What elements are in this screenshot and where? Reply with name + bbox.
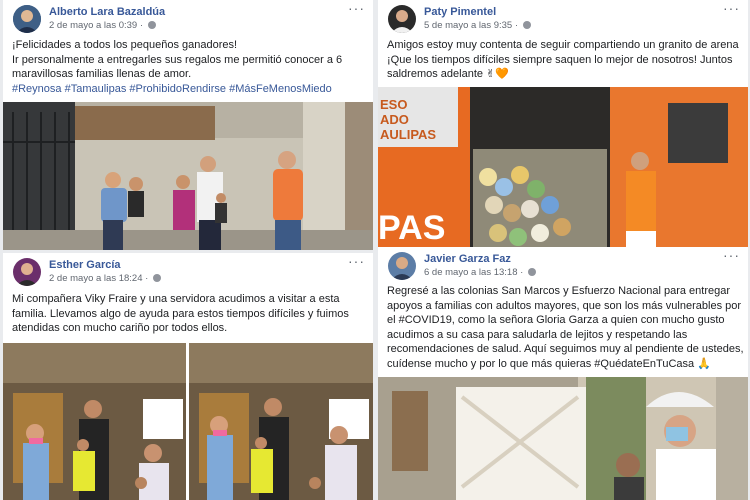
post-text-line: cuídense mucho y por lo que más quieras … (387, 357, 711, 370)
post-text-line: maravillosas familias llenas de amor. (12, 68, 192, 81)
family-photo-image (3, 343, 186, 500)
post-text-line: apoyos a familias con adultos mayores, q… (387, 299, 742, 312)
post-photo[interactable] (378, 377, 748, 500)
post-text-line: recomendaciones de salud. Aquí seguimos … (387, 343, 744, 356)
post-header: Paty Pimentel 5 de mayo a las 9:35 · ··· (378, 0, 748, 40)
post-date[interactable]: 6 de mayo a las 13:18 (424, 267, 517, 278)
post-timestamp[interactable]: 2 de mayo a las 0:39 · (49, 20, 156, 31)
globe-icon (527, 268, 536, 276)
post-card: Paty Pimentel 5 de mayo a las 9:35 · ···… (378, 0, 748, 250)
van-side-text: PAS (378, 209, 445, 247)
post-text: Mi compañera Viky Fraire y una servidora… (12, 292, 367, 336)
author-name[interactable]: Javier Garza Faz (424, 253, 511, 265)
van-logo-text: ESO (380, 97, 407, 112)
globe-icon (147, 21, 156, 29)
post-header: Esther García 2 de mayo a las 18:24 · ··… (3, 253, 373, 293)
post-header: Alberto Lara Bazaldúa 2 de mayo a las 0:… (3, 0, 373, 40)
globe-icon (152, 274, 161, 282)
avatar[interactable] (13, 258, 41, 286)
post-text: Amigos estoy muy contenta de seguir comp… (387, 38, 742, 82)
more-options-icon[interactable]: ··· (723, 247, 740, 263)
post-timestamp[interactable]: 6 de mayo a las 13:18 · (424, 267, 536, 278)
author-name[interactable]: Esther García (49, 259, 121, 271)
post-timestamp[interactable]: 2 de mayo a las 18:24 · (49, 273, 161, 284)
van-photo-image: ESO ADO AULIPAS PAS (378, 87, 748, 250)
post-text-line: acudimos a su casa para saludarla de lej… (387, 328, 688, 341)
post-text-line: saldremos adelante ✌🧡 (387, 68, 509, 81)
post-text-line: Amigos estoy muy contenta de seguir comp… (387, 39, 739, 51)
post-card: Javier Garza Faz 6 de mayo a las 13:18 ·… (378, 247, 748, 500)
post-timestamp[interactable]: 5 de mayo a las 9:35 · (424, 20, 531, 31)
post-photo[interactable] (3, 343, 186, 500)
post-date[interactable]: 2 de mayo a las 0:39 (49, 20, 137, 31)
post-text-line: ¡Que los tiempos difíciles siempre saque… (387, 53, 733, 66)
person-icon (13, 258, 41, 286)
more-options-icon[interactable]: ··· (348, 253, 365, 269)
author-name[interactable]: Paty Pimentel (424, 6, 496, 18)
post-text: Regresé a las colonias San Marcos y Esfu… (387, 284, 744, 372)
group-photo-image (3, 102, 373, 250)
post-text-line: Mi compañera Viky Fraire y una servidora… (12, 293, 340, 305)
van-logo-text: AULIPAS (380, 127, 436, 142)
post-photo[interactable] (189, 343, 373, 500)
person-icon (388, 5, 416, 33)
avatar[interactable] (388, 252, 416, 280)
post-header: Javier Garza Faz 6 de mayo a las 13:18 ·… (378, 247, 748, 287)
author-name[interactable]: Alberto Lara Bazaldúa (49, 6, 165, 18)
post-text-line: familia. Llevamos algo de ayuda para est… (12, 307, 349, 320)
post-text-line: atendidas con mucho cariño por todos ell… (12, 322, 228, 335)
person-icon (388, 252, 416, 280)
person-icon (13, 5, 41, 33)
post-photo[interactable] (3, 102, 373, 250)
family-photo-image (189, 343, 373, 500)
post-date[interactable]: 5 de mayo a las 9:35 (424, 20, 512, 31)
avatar[interactable] (13, 5, 41, 33)
post-photo[interactable]: ESO ADO AULIPAS PAS (378, 87, 748, 250)
hashtags-link[interactable]: #Reynosa #Tamaulipas #ProhibidoRendirse … (12, 82, 367, 97)
more-options-icon[interactable]: ··· (348, 0, 365, 16)
van-logo-text: ADO (380, 112, 409, 127)
post-text-line: Regresé a las colonias San Marcos y Esfu… (387, 285, 731, 297)
globe-icon (522, 21, 531, 29)
more-options-icon[interactable]: ··· (723, 0, 740, 16)
post-date[interactable]: 2 de mayo a las 18:24 (49, 273, 142, 284)
avatar[interactable] (388, 5, 416, 33)
post-text: ¡Felicidades a todos los pequeños ganado… (12, 38, 367, 96)
post-text-line: ¡Felicidades a todos los pequeños ganado… (12, 39, 238, 51)
post-text-line: el #COVID19, como la señora Gloria Garza… (387, 314, 725, 327)
post-text-line: Ir personalmente a entregarles sus regal… (12, 53, 343, 66)
visit-photo-image (378, 377, 748, 500)
post-card: Esther García 2 de mayo a las 18:24 · ··… (3, 253, 373, 500)
post-card: Alberto Lara Bazaldúa 2 de mayo a las 0:… (3, 0, 373, 250)
